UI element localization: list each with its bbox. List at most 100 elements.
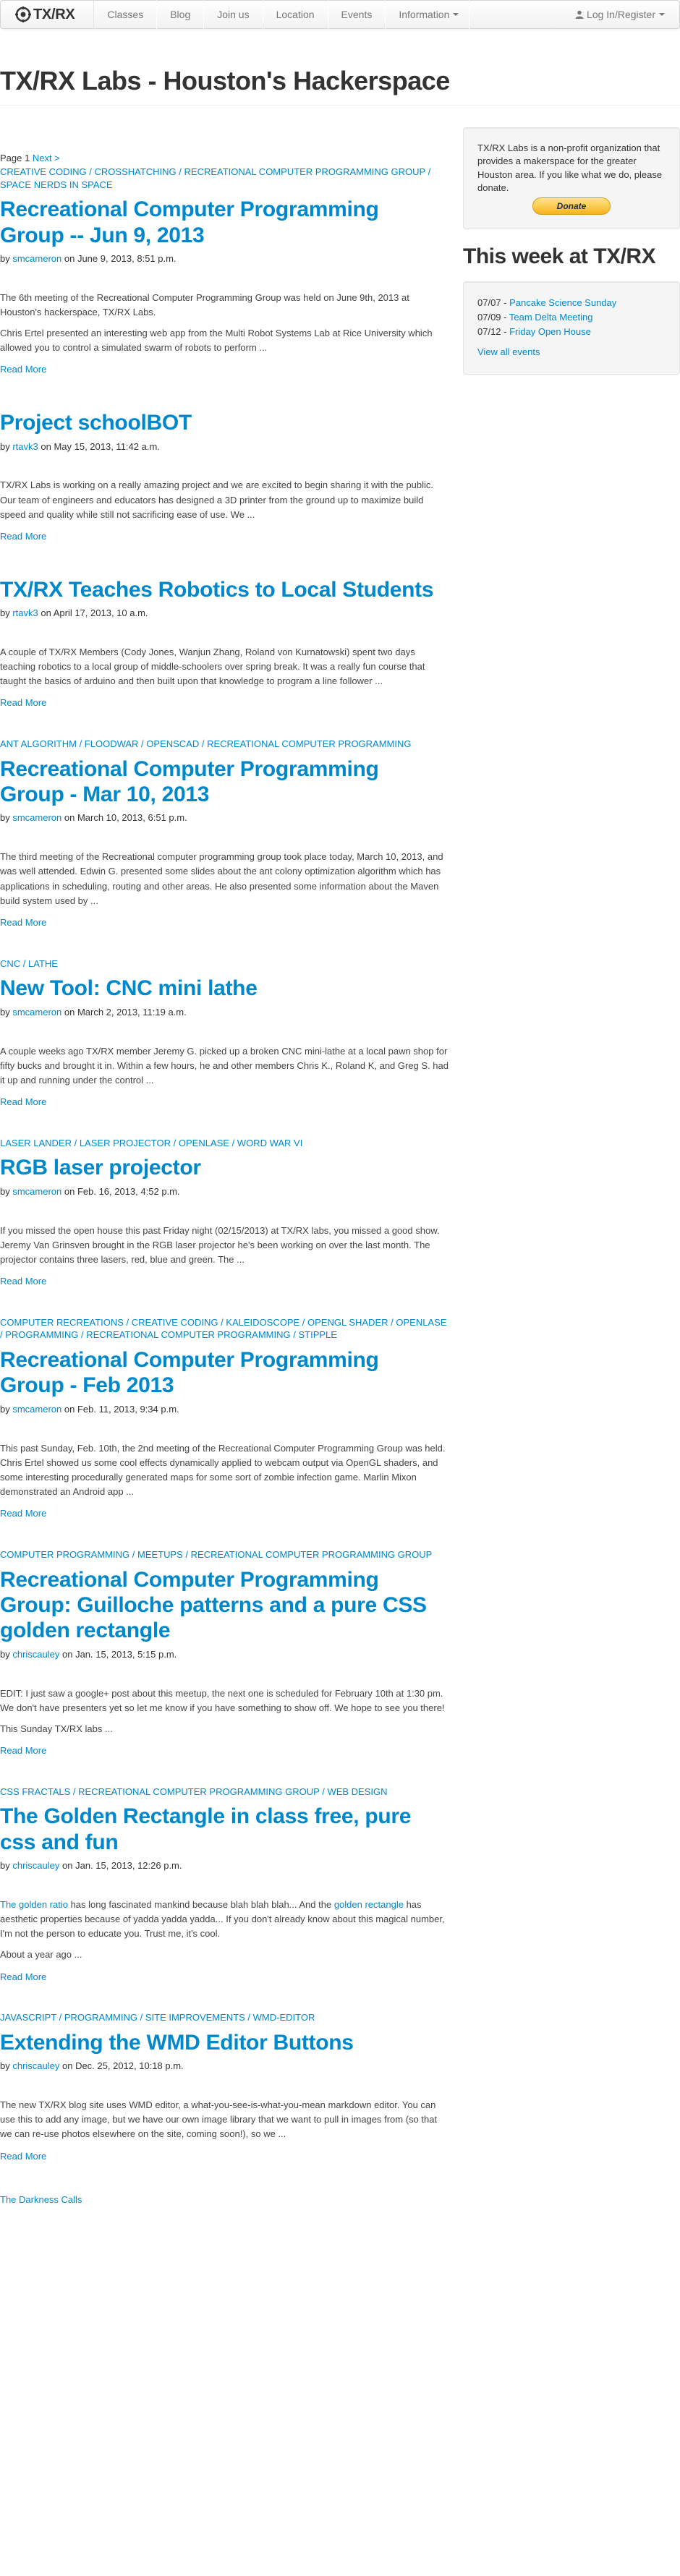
post-author-link[interactable]: chriscauley [12, 1649, 59, 1660]
post-author-link[interactable]: smcameron [12, 812, 61, 823]
tag-link[interactable]: STIPPLE [298, 1329, 336, 1340]
tag-link[interactable]: CREATIVE CODING [132, 1317, 218, 1328]
post-title-link[interactable]: Recreational Computer Programming Group … [0, 197, 379, 247]
read-more-link[interactable]: Read More [0, 1745, 46, 1756]
post-date: March 2, 2013, 11:19 a.m. [77, 1006, 187, 1018]
darkness-calls-link[interactable]: The Darkness Calls [0, 2194, 82, 2205]
tag-link[interactable]: RECREATIONAL COMPUTER PROGRAMMING GROUP [184, 166, 425, 177]
post-title: Recreational Computer Programming Group … [0, 1347, 449, 1399]
post-author-link[interactable]: chriscauley [12, 1860, 59, 1871]
page-header: TX/RX Labs - Houston's Hackerspace [0, 29, 680, 106]
post-title-link[interactable]: Project schoolBOT [0, 411, 192, 435]
read-more-link[interactable]: Read More [0, 1971, 46, 1982]
donate-wrap: Donate [477, 197, 666, 215]
post-title-link[interactable]: Recreational Computer Programming Group … [0, 1348, 379, 1397]
view-all-events-link[interactable]: View all events [477, 345, 666, 359]
golden-rectangle-link[interactable]: golden rectangle [334, 1899, 404, 1910]
tag-link[interactable]: CROSSHATCHING [95, 166, 177, 177]
event-link[interactable]: Team Delta Meeting [509, 312, 593, 323]
byline-on: on [38, 607, 54, 619]
read-more-link[interactable]: Read More [0, 1096, 46, 1107]
tag-separator: / [123, 1316, 132, 1328]
tag-separator: / [290, 1329, 299, 1341]
post-author-link[interactable]: smcameron [12, 1007, 61, 1018]
tag-link[interactable]: RECREATIONAL COMPUTER PROGRAMMING GROUP [78, 1786, 319, 1797]
tag-link[interactable]: CREATIVE CODING [0, 166, 87, 177]
tag-separator: / [171, 1137, 179, 1148]
post-excerpt: The new TX/RX blog site uses WMD editor,… [0, 2099, 438, 2140]
tag-link[interactable]: FLOODWAR [85, 738, 139, 749]
tag-link[interactable]: OPENLASE [396, 1317, 446, 1328]
tag-link[interactable]: LASER PROJECTOR [80, 1138, 171, 1148]
tag-separator: / [70, 1786, 79, 1797]
tag-link[interactable]: OPENLASE [179, 1138, 229, 1148]
golden-ratio-link[interactable]: The golden ratio [0, 1899, 68, 1910]
post-title-link[interactable]: Extending the WMD Editor Buttons [0, 2031, 354, 2055]
nav-blog[interactable]: Blog [157, 0, 205, 29]
post-byline: by chriscauley on Jan. 15, 2013, 5:15 p.… [0, 1648, 449, 1662]
tag-link[interactable]: PROGRAMMING [64, 2012, 137, 2023]
nav-events[interactable]: Events [328, 0, 386, 29]
nav-join-us[interactable]: Join us [204, 0, 263, 29]
post-title-link[interactable]: The Golden Rectangle in class free, pure… [0, 1804, 411, 1854]
tag-link[interactable]: COMPUTER PROGRAMMING [0, 1549, 129, 1560]
read-more-link[interactable]: Read More [0, 1508, 46, 1519]
tag-link[interactable]: JAVASCRIPT [0, 2012, 56, 2023]
tag-separator: / [229, 1137, 237, 1148]
post-byline: by smcameron on March 2, 2013, 11:19 a.m… [0, 1006, 449, 1020]
post-title-link[interactable]: Recreational Computer Programming Group:… [0, 1568, 427, 1643]
read-more-link[interactable]: Read More [0, 697, 46, 708]
blog-post: CREATIVE CODING / CROSSHATCHING / RECREA… [0, 166, 449, 377]
tag-separator: / [176, 166, 184, 178]
post-title-link[interactable]: RGB laser projector [0, 1156, 201, 1180]
post-author-link[interactable]: rtavk3 [12, 441, 38, 452]
tag-link[interactable]: COMPUTER RECREATIONS [0, 1317, 124, 1328]
tag-link[interactable]: LASER LANDER [0, 1138, 72, 1148]
nav-location[interactable]: Location [263, 0, 328, 29]
post-excerpt: EDIT: I just saw a google+ post about th… [0, 1687, 445, 1713]
post-excerpt: The third meeting of the Recreational co… [0, 851, 443, 906]
read-more-link[interactable]: Read More [0, 531, 46, 542]
brand-link[interactable]: TX/RX [15, 0, 75, 29]
post-title-link[interactable]: New Tool: CNC mini lathe [0, 976, 258, 1000]
post-title-link[interactable]: TX/RX Teaches Robotics to Local Students [0, 578, 434, 602]
tag-link[interactable]: SITE IMPROVEMENTS [145, 2012, 245, 2023]
tag-link[interactable]: WORD WAR VI [237, 1138, 303, 1148]
tag-link[interactable]: CNC [0, 958, 20, 969]
tag-link[interactable]: OPENGL SHADER [307, 1317, 388, 1328]
tag-link[interactable]: LATHE [28, 958, 58, 969]
post-author-link[interactable]: chriscauley [12, 2060, 59, 2071]
tag-link[interactable]: SPACE NERDS IN SPACE [0, 179, 113, 190]
tag-link[interactable]: MEETUPS [137, 1549, 183, 1560]
post-byline: by rtavk3 on April 17, 2013, 10 a.m. [0, 607, 449, 620]
tag-link[interactable]: OPENSCAD [146, 738, 199, 749]
event-link[interactable]: Pancake Science Sunday [509, 297, 616, 308]
donate-button[interactable]: Donate [532, 197, 611, 215]
read-more-link[interactable]: Read More [0, 364, 46, 375]
post-author-link[interactable]: smcameron [12, 1186, 61, 1197]
tag-link[interactable]: RECREATIONAL COMPUTER PROGRAMMING [207, 738, 411, 749]
tag-link[interactable]: RECREATIONAL COMPUTER PROGRAMMING GROUP [191, 1549, 433, 1560]
read-more-link[interactable]: Read More [0, 917, 46, 928]
tag-link[interactable]: KALEIDOSCOPE [226, 1317, 299, 1328]
tag-link[interactable]: RECREATIONAL COMPUTER PROGRAMMING [86, 1329, 290, 1340]
post-title-link[interactable]: Recreational Computer Programming Group … [0, 757, 379, 806]
nav-classes[interactable]: Classes [94, 0, 158, 29]
read-more-link[interactable]: Read More [0, 1276, 46, 1287]
tag-link[interactable]: CSS FRACTALS [0, 1786, 70, 1797]
post-author-link[interactable]: smcameron [12, 253, 61, 264]
post-excerpt: This past Sunday, Feb. 10th, the 2nd mee… [0, 1442, 446, 1497]
next-page-link[interactable]: Next > [33, 153, 60, 163]
post-author-link[interactable]: smcameron [12, 1404, 61, 1415]
post-author-link[interactable]: rtavk3 [12, 607, 38, 618]
event-date: 07/12 [477, 326, 501, 338]
blog-post: COMPUTER RECREATIONS / CREATIVE CODING /… [0, 1289, 449, 1521]
login-register-link[interactable]: Log In/Register [568, 7, 672, 22]
read-more-link[interactable]: Read More [0, 2151, 46, 2162]
nav-information-dropdown[interactable]: Information [386, 0, 470, 29]
tag-link[interactable]: PROGRAMMING [5, 1329, 78, 1340]
event-link[interactable]: Friday Open House [509, 326, 591, 337]
tag-link[interactable]: WMD-EDITOR [253, 2012, 315, 2023]
tag-link[interactable]: ANT ALGORITHM [0, 738, 77, 749]
tag-link[interactable]: WEB DESIGN [327, 1786, 387, 1797]
